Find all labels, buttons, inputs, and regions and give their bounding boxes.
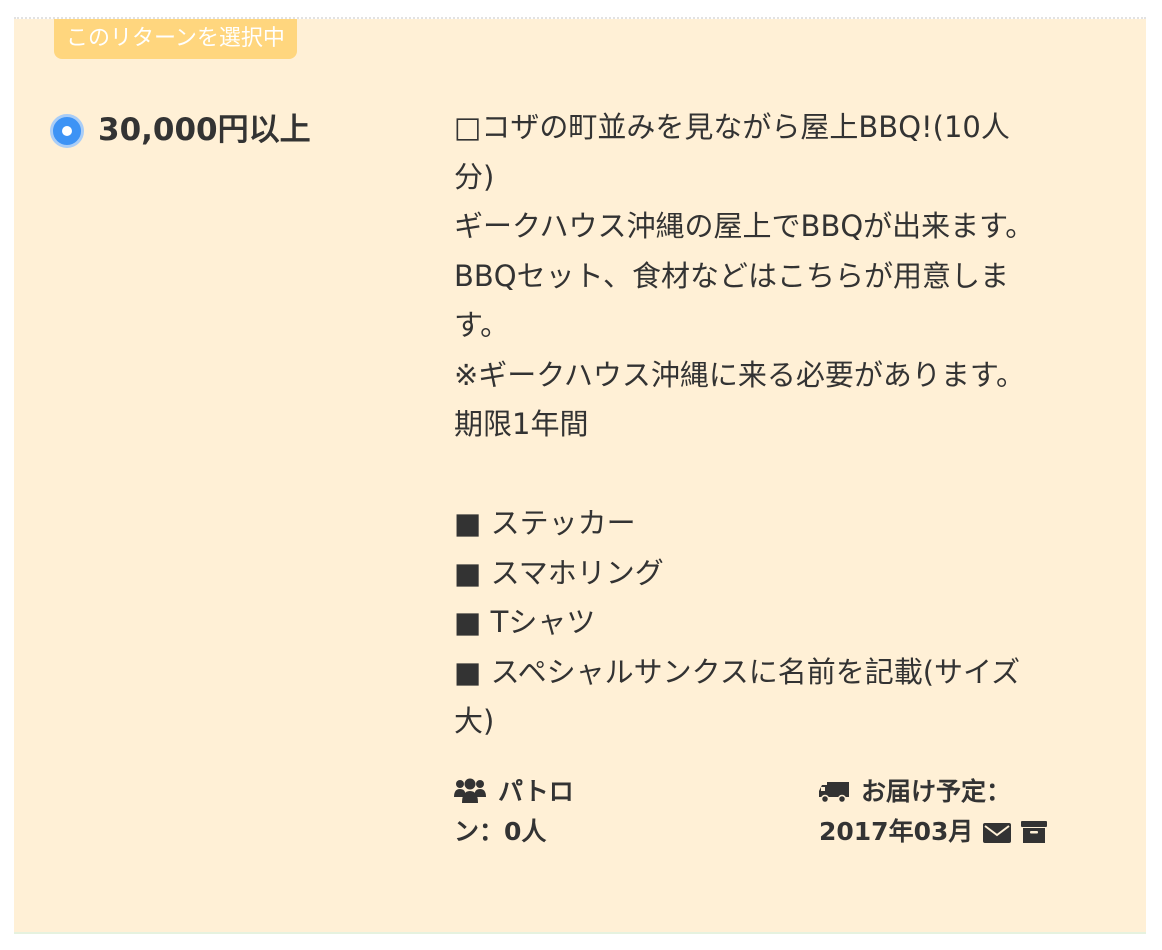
- envelope-icon: [983, 817, 1012, 853]
- description-line: □コザの町並みを見ながら屋上BBQ!(10人: [454, 110, 1010, 144]
- reward-radio-selected-icon[interactable]: [50, 114, 84, 148]
- patron-count: パトロ ン：0人: [454, 774, 774, 850]
- delivery-schedule: お届け予定： 2017年03月: [819, 774, 1139, 853]
- archive-box-icon: [1021, 817, 1048, 853]
- description-line: 分): [454, 159, 495, 194]
- reward-item: ■ Tシャツ: [454, 605, 596, 639]
- users-icon: [454, 778, 486, 814]
- delivery-label: お届け予定：: [861, 777, 1012, 806]
- reward-item: ■ スマホリング: [454, 555, 664, 590]
- delivery-value: 2017年03月: [819, 817, 974, 846]
- reward-description: □コザの町並みを見ながら屋上BBQ!(10人 分) ギークハウス沖縄の屋上でBB…: [454, 103, 1094, 747]
- description-line: す。: [454, 308, 510, 342]
- delivery-value-row: 2017年03月: [819, 814, 1139, 853]
- description-spacer: [454, 450, 1094, 500]
- reward-price[interactable]: 30,000円以上: [98, 109, 311, 151]
- truck-icon: [819, 778, 849, 814]
- reward-item: 大): [454, 704, 495, 738]
- reward-item: ■ ステッカー: [454, 506, 636, 540]
- patron-row: パトロ: [454, 774, 774, 814]
- selected-badge: このリターンを選択中: [54, 19, 297, 59]
- reward-item: ■ スペシャルサンクスに名前を記載(サイズ: [454, 654, 1021, 689]
- patron-label: パトロ: [498, 777, 574, 806]
- description-line: BBQセット、食材などはこちらが用意しま: [454, 258, 1010, 293]
- reward-card[interactable]: このリターンを選択中 30,000円以上 □コザの町並みを見ながら屋上BBQ!(…: [14, 19, 1146, 934]
- patron-value: ン：0人: [454, 817, 547, 846]
- description-line: 期限1年間: [454, 407, 589, 441]
- description-line: ギークハウス沖縄の屋上でBBQが出来ます。: [454, 209, 1035, 243]
- description-line: ※ギークハウス沖縄に来る必要があります。: [454, 357, 1025, 392]
- delivery-row: お届け予定：: [819, 774, 1139, 814]
